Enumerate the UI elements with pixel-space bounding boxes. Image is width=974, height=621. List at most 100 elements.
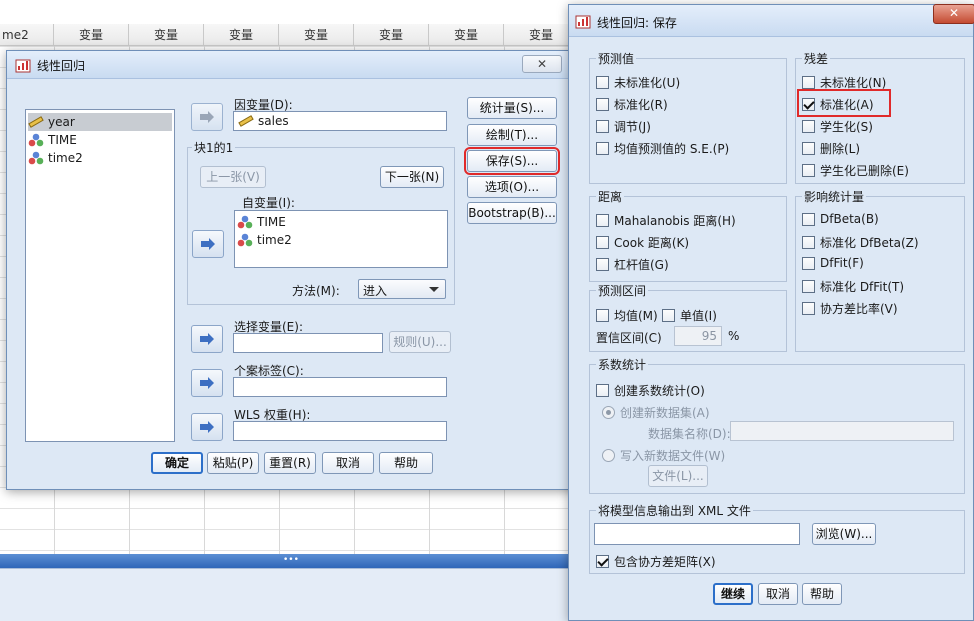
rule-button[interactable]: 规则(U)...	[389, 331, 451, 353]
checkbox-icon	[596, 142, 609, 155]
checkbox-label: 杠杆值(G)	[614, 258, 669, 272]
ok-button[interactable]: 确定	[151, 452, 203, 474]
bootstrap-button[interactable]: Bootstrap(B)...	[467, 202, 557, 224]
save-title-bar[interactable]: 线性回归: 保存 ✕	[569, 4, 974, 37]
method-select[interactable]: 进入	[358, 279, 446, 299]
plots-button[interactable]: 绘制(T)...	[467, 124, 557, 146]
checkbox-studentized-deleted[interactable]: 学生化已删除(E)	[802, 162, 909, 179]
paste-button[interactable]: 粘贴(P)	[207, 452, 259, 474]
residuals-legend: 残差	[802, 50, 831, 67]
options-button[interactable]: 选项(O)...	[467, 176, 557, 198]
checkbox-interval-mean[interactable]: 均值(M)	[596, 307, 658, 324]
checkbox-icon	[802, 164, 815, 177]
checkbox-std-dfbeta[interactable]: 标准化 DfBeta(Z)	[802, 234, 919, 251]
checkbox-icon	[802, 120, 815, 133]
nominal-icon	[237, 215, 253, 229]
cancel-button[interactable]: 取消	[322, 452, 374, 474]
prediction-interval-legend: 预测区间	[596, 282, 649, 299]
next-button[interactable]: 下一张(N)	[380, 166, 444, 188]
checkbox-covariance-ratio[interactable]: 协方差比率(V)	[802, 300, 898, 317]
arrow-right-icon	[200, 377, 214, 389]
continue-button[interactable]: 继续	[713, 583, 753, 605]
checkbox-adjusted-predicted[interactable]: 调节(J)	[596, 118, 651, 135]
help-button[interactable]: 帮助	[802, 583, 842, 605]
save-dialog-title: 线性回归: 保存	[597, 16, 677, 30]
var-name: TIME	[48, 133, 77, 147]
checkbox-create-coefficients[interactable]: 创建系数统计(O)	[596, 382, 705, 399]
file-button[interactable]: 文件(L)...	[648, 465, 708, 487]
checkbox-interval-individual[interactable]: 单值(I)	[662, 307, 717, 324]
checkbox-mean-se[interactable]: 均值预测值的 S.E.(P)	[596, 140, 729, 157]
dialog-title: 线性回归	[37, 59, 86, 73]
dataset-name-input[interactable]	[730, 421, 954, 441]
xml-file-input[interactable]	[594, 523, 800, 545]
reset-button[interactable]: 重置(R)	[264, 452, 316, 474]
block-panel: 块1的1 上一张(V) 下一张(N) 自变量(I): TIME time2 方法…	[187, 139, 455, 305]
save-button[interactable]: 保存(S)...	[464, 147, 560, 175]
checkbox-icon	[802, 280, 815, 293]
cancel-button[interactable]: 取消	[758, 583, 798, 605]
distances-panel: 距离 Mahalanobis 距离(H) Cook 距离(K) 杠杆值(G)	[589, 188, 787, 282]
checkbox-icon	[596, 120, 609, 133]
prediction-interval-panel: 预测区间 均值(M) 单值(I) 置信区间(C) 95 %	[589, 282, 787, 352]
close-button[interactable]: ✕	[522, 55, 562, 73]
move-to-selection-button[interactable]	[191, 325, 223, 353]
independent-list[interactable]: TIME time2	[234, 210, 448, 268]
checkbox-mahalanobis[interactable]: Mahalanobis 距离(H)	[596, 212, 736, 229]
checkbox-dffit[interactable]: DfFit(F)	[802, 256, 864, 270]
ruler-icon	[238, 115, 254, 127]
confidence-interval-input[interactable]: 95	[674, 326, 722, 346]
checkbox-unstandardized-predicted[interactable]: 未标准化(U)	[596, 74, 680, 91]
wls-weight-field[interactable]	[233, 421, 447, 441]
source-variable-list[interactable]: year TIME time2	[25, 109, 175, 442]
case-labels-field[interactable]	[233, 377, 447, 397]
checkbox-label: 删除(L)	[820, 142, 861, 156]
coefficient-statistics-panel: 系数统计 创建系数统计(O) 创建新数据集(A) 数据集名称(D): 写入新数据…	[589, 356, 965, 494]
browse-button[interactable]: 浏览(W)...	[812, 523, 876, 545]
regression-app-icon	[575, 15, 591, 29]
checkbox-dfbeta[interactable]: DfBeta(B)	[802, 212, 879, 226]
move-to-wls-button[interactable]	[191, 413, 223, 441]
selection-field[interactable]	[233, 333, 383, 353]
column-header[interactable]: 变量	[54, 24, 129, 46]
column-header-first[interactable]: me2	[0, 24, 54, 46]
move-to-dependent-button[interactable]	[191, 103, 223, 131]
dependent-field[interactable]: sales	[233, 111, 447, 131]
checkbox-cook[interactable]: Cook 距离(K)	[596, 234, 689, 251]
checkbox-checked-icon	[596, 555, 609, 568]
radio-new-data-file[interactable]: 写入新数据文件(W)	[602, 447, 725, 464]
column-header[interactable]: 变量	[429, 24, 504, 46]
checkbox-std-dffit[interactable]: 标准化 DfFit(T)	[802, 278, 904, 295]
title-bar[interactable]: 线性回归 ✕	[7, 51, 581, 79]
statistics-button[interactable]: 统计量(S)...	[467, 97, 557, 119]
list-item-time2[interactable]: time2	[237, 231, 445, 249]
checkbox-include-covariance[interactable]: 包含协方差矩阵(X)	[596, 553, 716, 570]
checkbox-label: 调节(J)	[614, 120, 651, 134]
checkbox-leverage[interactable]: 杠杆值(G)	[596, 256, 669, 273]
close-button[interactable]: ✕	[933, 4, 974, 24]
var-name: year	[48, 115, 75, 129]
list-item-time[interactable]: TIME	[237, 213, 445, 231]
radio-selected-icon	[602, 406, 615, 419]
xml-export-panel: 将模型信息输出到 XML 文件 浏览(W)... 包含协方差矩阵(X)	[589, 502, 965, 574]
previous-button[interactable]: 上一张(V)	[200, 166, 266, 188]
column-header[interactable]: 变量	[129, 24, 204, 46]
influence-panel: 影响统计量 DfBeta(B) 标准化 DfBeta(Z) DfFit(F) 标…	[795, 188, 965, 352]
checkbox-standardized-predicted[interactable]: 标准化(R)	[596, 96, 668, 113]
move-to-independent-button[interactable]	[192, 230, 224, 258]
column-header[interactable]: 变量	[279, 24, 354, 46]
list-item-time[interactable]: TIME	[28, 131, 172, 149]
list-item-time2[interactable]: time2	[28, 149, 172, 167]
xml-export-legend: 将模型信息输出到 XML 文件	[596, 502, 753, 519]
radio-new-dataset[interactable]: 创建新数据集(A)	[602, 404, 710, 421]
column-header[interactable]: 变量	[354, 24, 429, 46]
help-button[interactable]: 帮助	[379, 452, 433, 474]
list-item-year[interactable]: year	[28, 113, 172, 131]
checkbox-studentized-residual[interactable]: 学生化(S)	[802, 118, 873, 135]
move-to-case-labels-button[interactable]	[191, 369, 223, 397]
checkbox-icon	[802, 302, 815, 315]
checkbox-deleted-residual[interactable]: 删除(L)	[802, 140, 860, 157]
horizontal-scrollbar[interactable]: •••	[0, 554, 580, 568]
checkbox-label: Mahalanobis 距离(H)	[614, 214, 736, 228]
column-header[interactable]: 变量	[204, 24, 279, 46]
